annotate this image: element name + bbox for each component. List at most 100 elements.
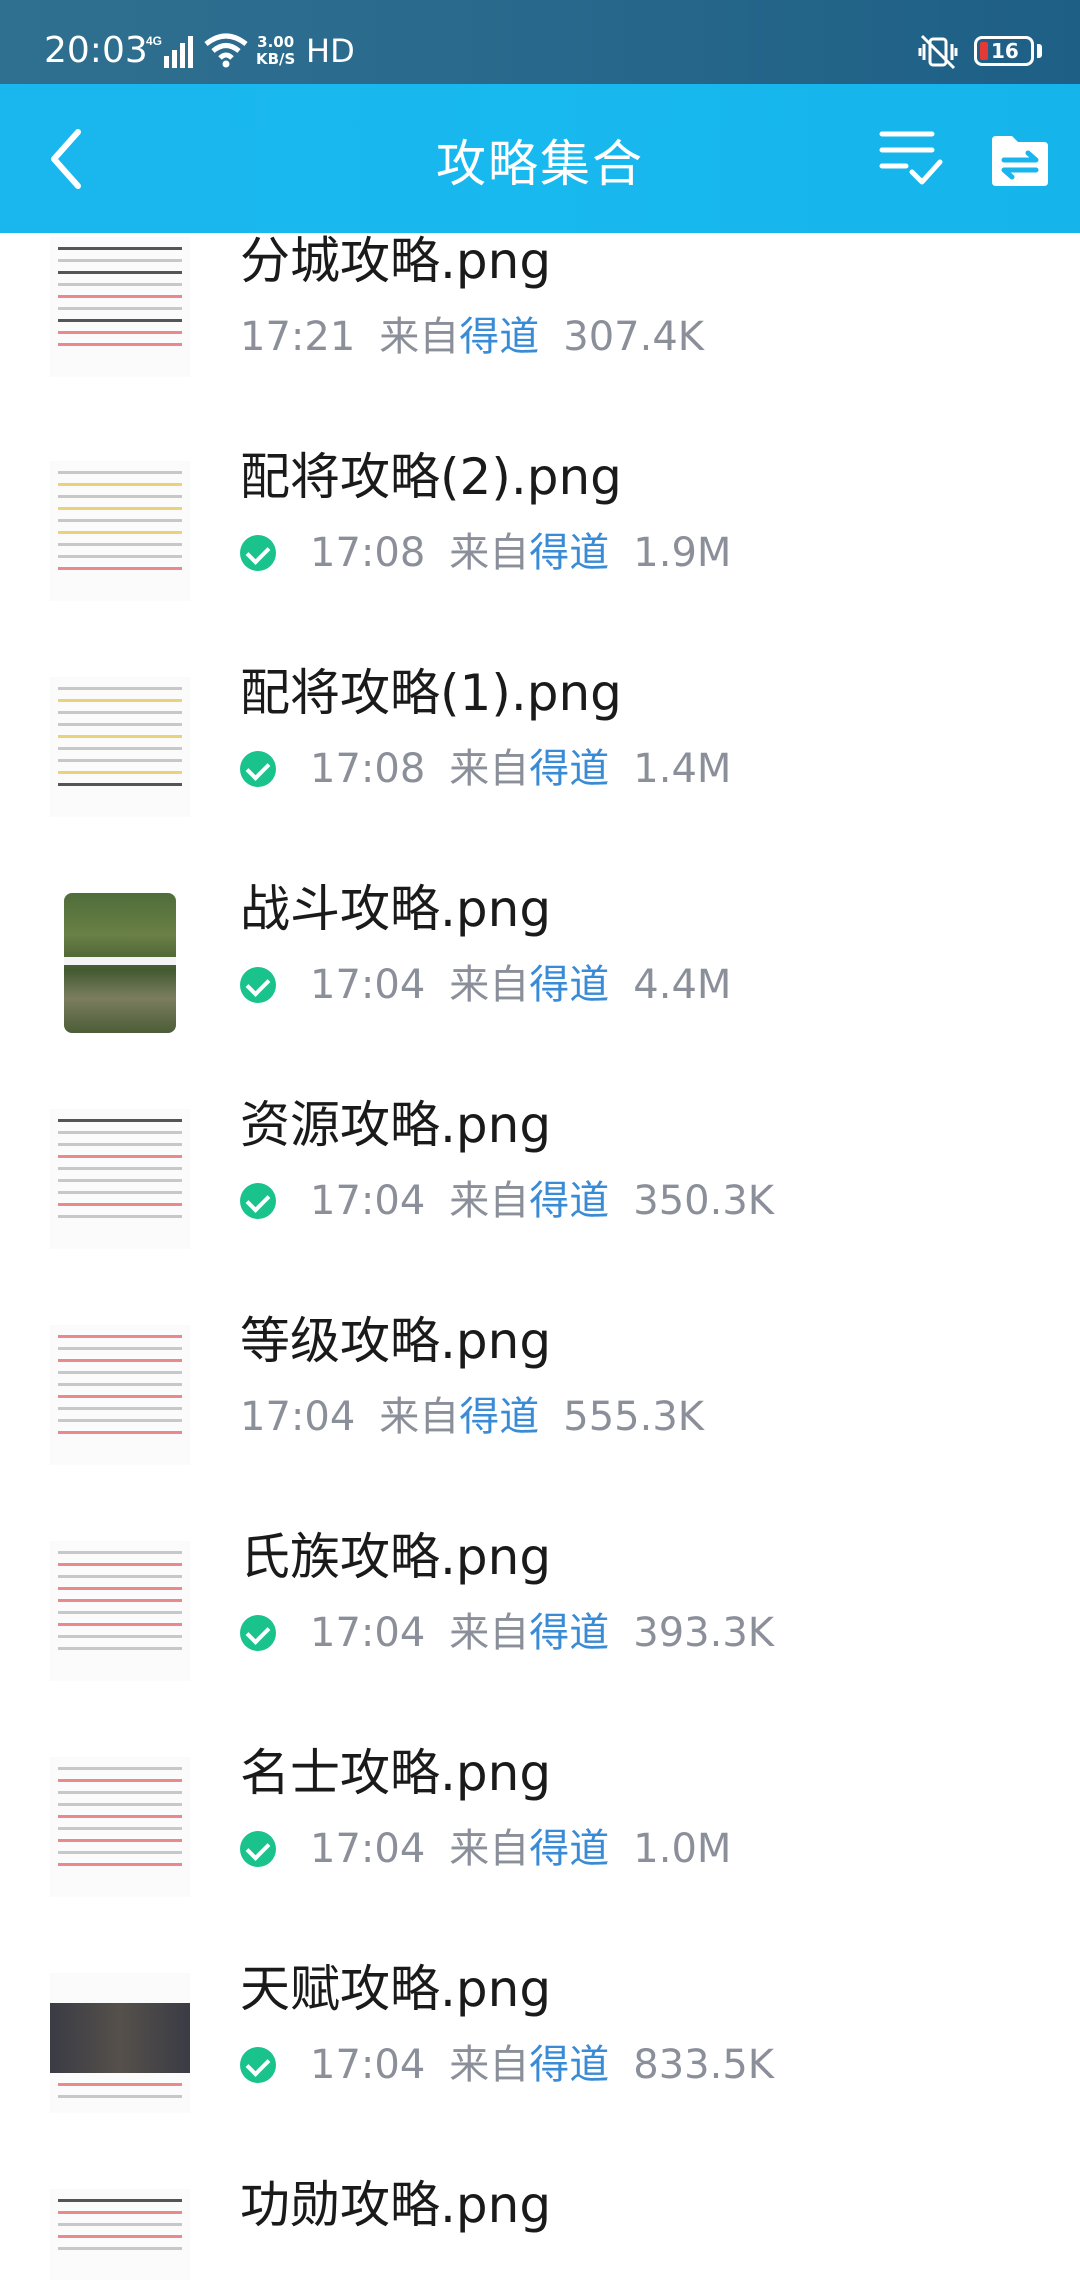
file-size: 307.4K [563,314,705,360]
signal-icon: 4G [146,34,194,74]
file-name: 资源攻略.png [240,1096,552,1154]
file-name: 天赋攻略.png [240,1960,552,2018]
file-source-link[interactable]: 得道 [459,1393,539,1441]
file-thumbnail [50,1325,190,1465]
file-thumbnail [50,893,190,1033]
file-thumbnail [50,1757,190,1897]
file-time: 17:21 [240,314,356,360]
file-size: 350.3K [633,1178,775,1224]
file-meta: 17:04 来自 得道 393.3K [240,1609,774,1657]
file-size: 555.3K [563,1394,705,1440]
downloaded-check-icon [240,1183,276,1219]
vibrate-mute-icon [918,34,958,74]
file-source-link[interactable]: 得道 [459,313,539,361]
file-from: 来自 [449,962,530,1008]
hd-indicator: HD [306,32,355,70]
svg-text:4G: 4G [146,34,162,48]
file-name: 配将攻略(1).png [240,664,622,722]
downloaded-check-icon [240,2047,276,2083]
status-bar: 20:03 4G 3.00 KB/S HD 16 [0,0,1080,84]
file-size: 1.4M [633,746,732,792]
file-time: 17:04 [310,2042,426,2088]
file-item[interactable]: 资源攻略.png 17:04 来自 得道 350.3K [0,1071,1080,1287]
file-time: 17:04 [310,1178,426,1224]
file-from: 来自 [449,530,530,576]
file-source-link[interactable]: 得道 [529,529,609,577]
file-from: 来自 [449,746,530,792]
file-item[interactable]: 配将攻略(1).png 17:08 来自 得道 1.4M [0,639,1080,855]
file-time: 17:08 [310,746,426,792]
file-item[interactable]: 配将攻略(2).png 17:08 来自 得道 1.9M [0,423,1080,639]
list-check-icon [879,131,943,185]
wifi-icon [204,32,248,72]
file-thumbnail [50,237,190,377]
file-name: 分城攻略.png [240,233,552,290]
file-item[interactable]: 天赋攻略.png 17:04 来自 得道 833.5K [0,1935,1080,2151]
file-time: 17:04 [310,1610,426,1656]
file-from: 来自 [379,1394,460,1440]
file-time: 17:08 [310,530,426,576]
file-size: 1.9M [633,530,732,576]
file-meta: 17:21 来自 得道 307.4K [240,313,704,361]
status-time: 20:03 [44,30,148,71]
file-thumbnail [50,2189,190,2280]
downloaded-check-icon [240,1615,276,1651]
folder-transfer-icon [992,136,1048,186]
downloaded-check-icon [240,751,276,787]
network-speed: 3.00 KB/S [256,34,295,68]
file-item[interactable]: 战斗攻略.png 17:04 来自 得道 4.4M [0,855,1080,1071]
file-name: 战斗攻略.png [240,880,552,938]
file-item[interactable]: 分城攻略.png 17:21 来自 得道 307.4K [0,233,1080,423]
file-time: 17:04 [310,1826,426,1872]
file-size: 4.4M [633,962,732,1008]
battery-icon: 16 [974,36,1034,66]
file-thumbnail [50,1541,190,1681]
speed-value: 3.00 [257,33,295,51]
file-source-link[interactable]: 得道 [529,2041,609,2089]
file-from: 来自 [449,1178,530,1224]
file-size: 833.5K [633,2042,775,2088]
file-name: 名士攻略.png [240,1744,552,1802]
file-source-link[interactable]: 得道 [529,1825,609,1873]
file-meta: 17:04 来自 得道 1.0M [240,1825,731,1873]
speed-unit: KB/S [256,50,296,68]
downloaded-check-icon [240,1831,276,1867]
file-from: 来自 [449,2042,530,2088]
battery-level: 16 [991,39,1019,63]
file-meta: 17:04 来自 得道 555.3K [240,1393,704,1441]
file-name: 功勋攻略.png [240,2176,552,2234]
file-thumbnail [50,677,190,817]
file-size: 1.0M [633,1826,732,1872]
file-item[interactable]: 名士攻略.png 17:04 来自 得道 1.0M [0,1719,1080,1935]
file-item[interactable]: 等级攻略.png 17:04 来自 得道 555.3K [0,1287,1080,1503]
app-header: 20:03 4G 3.00 KB/S HD 16 攻略集合 [0,0,1080,233]
file-name: 配将攻略(2).png [240,448,622,506]
file-item[interactable]: 氏族攻略.png 17:04 来自 得道 393.3K [0,1503,1080,1719]
file-source-link[interactable]: 得道 [529,1609,609,1657]
file-meta: 17:04 来自 得道 833.5K [240,2041,774,2089]
file-from: 来自 [379,314,460,360]
file-meta: 17:08 来自 得道 1.9M [240,529,731,577]
battery-cap [1037,44,1042,58]
folder-transfer-button[interactable] [990,134,1050,188]
file-thumbnail [50,1109,190,1249]
file-from: 来自 [449,1610,530,1656]
file-source-link[interactable]: 得道 [529,745,609,793]
batch-select-button[interactable] [876,128,946,188]
file-meta: 17:04 来自 得道 350.3K [240,1177,774,1225]
file-meta: 17:08 来自 得道 1.4M [240,745,731,793]
file-time: 17:04 [240,1394,356,1440]
file-thumbnail [50,461,190,601]
file-name: 等级攻略.png [240,1312,552,1370]
file-source-link[interactable]: 得道 [529,961,609,1009]
file-name: 氏族攻略.png [240,1528,552,1586]
file-source-link[interactable]: 得道 [529,1177,609,1225]
file-thumbnail [50,1973,190,2113]
file-size: 393.3K [633,1610,775,1656]
file-list: 分城攻略.png 17:21 来自 得道 307.4K 配将攻略(2).png … [0,233,1080,2280]
file-meta: 17:04 来自 得道 4.4M [240,961,731,1009]
file-item[interactable]: 功勋攻略.png [0,2151,1080,2280]
file-time: 17:04 [310,962,426,1008]
file-from: 来自 [449,1826,530,1872]
downloaded-check-icon [240,535,276,571]
